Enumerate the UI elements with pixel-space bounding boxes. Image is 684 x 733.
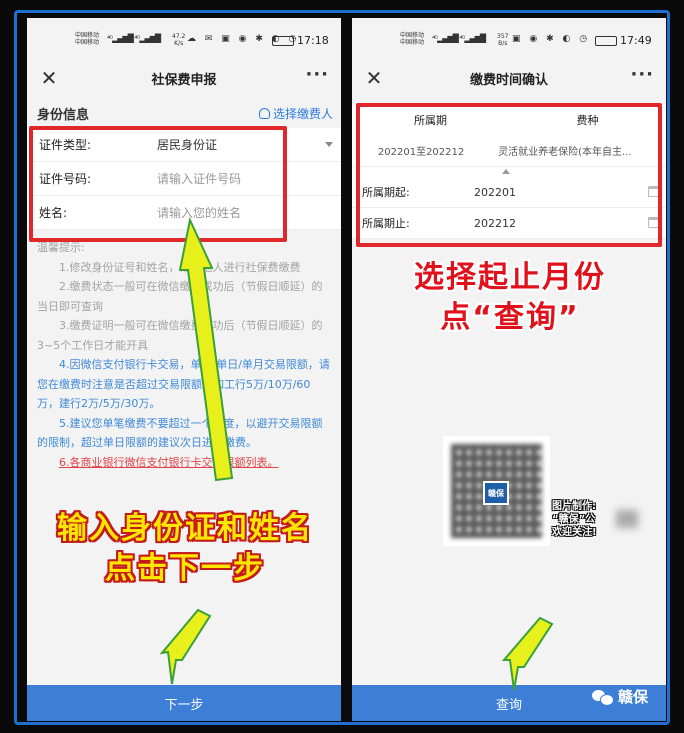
watermark: 赣保	[592, 686, 648, 707]
annotation-right: 选择起止月份 点“查询”	[380, 258, 640, 338]
annotation-left-line1: 输入身份证和姓名	[57, 511, 313, 546]
annotation-right-line2: 点“查询”	[440, 300, 580, 335]
annotation-left: 输入身份证和姓名 点击下一步	[30, 509, 340, 589]
annotation-right-line1: 选择起止月份	[414, 260, 606, 295]
arrow-down-next	[159, 608, 212, 685]
watermark-text: 赣保	[618, 688, 649, 706]
arrow-up-long	[178, 216, 234, 482]
annotation-arrows	[159, 216, 554, 691]
wechat-icon	[592, 688, 614, 706]
arrow-down-query	[501, 616, 554, 691]
annotation-left-line2: 点击下一步	[105, 551, 265, 586]
